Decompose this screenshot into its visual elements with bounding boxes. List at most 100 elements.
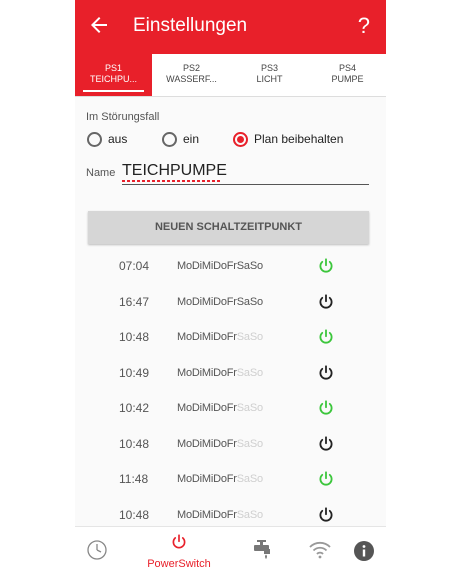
day-label: So [249, 295, 263, 308]
tab-ps4-name: PUMPE [331, 74, 364, 84]
day-label: Fr [226, 508, 237, 521]
schedule-row[interactable]: 10:48 MoDiMiDoFrSaSo [75, 504, 386, 528]
day-label: Do [213, 260, 227, 272]
day-label: Mo [177, 402, 192, 414]
day-label: Di [191, 437, 202, 450]
back-arrow-icon[interactable] [87, 13, 111, 37]
tab-bar: PS1 TEICHPU... PS2 WASSERF... PS3 LICHT … [75, 54, 386, 97]
day-label: Sa [236, 260, 250, 272]
power-icon[interactable] [317, 364, 335, 382]
new-schedule-button[interactable]: NEUEN SCHALTZEITPUNKT [88, 211, 369, 244]
radio-button[interactable] [162, 131, 177, 147]
schedule-row[interactable]: 10:48 MoDiMiDoFrSaSo [75, 433, 386, 457]
day-label: Do [213, 437, 227, 450]
tab-ps4-id: PS4 [338, 63, 356, 73]
schedule-days: MoDiMiDoFrSaSo [177, 473, 263, 485]
nav-clock[interactable] [75, 527, 119, 575]
page-title: Einstellungen [133, 15, 248, 36]
name-input[interactable]: TEICHPUMPE [122, 162, 227, 180]
power-icon[interactable] [317, 328, 335, 346]
schedule-days: MoDiMiDoFrSaSo [177, 331, 263, 343]
day-label: Fr [226, 366, 237, 379]
day-label: Do [213, 402, 227, 414]
power-icon[interactable] [317, 506, 335, 524]
day-label: Mo [177, 473, 192, 485]
day-label: Fr [226, 295, 237, 308]
schedule-time: 07:04 [119, 259, 150, 273]
schedule-row[interactable]: 16:47 MoDiMiDoFrSaSo [75, 291, 386, 315]
tab-ps4[interactable]: PS4 PUMPE [309, 54, 386, 96]
radio-option-plan[interactable]: Plan beibehalten [233, 129, 343, 149]
power-icon[interactable] [317, 470, 335, 488]
nav-water[interactable] [245, 527, 285, 575]
tab-ps3-id: PS3 [260, 63, 278, 73]
schedule-row[interactable]: 10:42 MoDiMiDoFrSaSo [75, 397, 386, 421]
power-icon[interactable] [317, 257, 335, 275]
schedule-row[interactable]: 10:48 MoDiMiDoFrSaSo [75, 326, 386, 350]
radio-button[interactable] [87, 131, 102, 147]
day-label: Mo [177, 437, 192, 450]
day-label: Fr [226, 331, 237, 343]
power-icon[interactable] [317, 399, 335, 417]
schedule-days: MoDiMiDoFrSaSo [177, 260, 263, 272]
power-icon [172, 534, 186, 549]
day-label: Mo [177, 366, 192, 379]
day-label: Mi [201, 331, 214, 343]
radio-label-plan: Plan beibehalten [254, 132, 344, 146]
day-label: Mo [177, 260, 192, 272]
help-icon[interactable]: ? [358, 13, 370, 39]
day-label: Sa [236, 295, 250, 308]
schedule-time: 10:48 [119, 330, 150, 344]
radio-option-aus[interactable]: aus [87, 129, 127, 149]
info-icon [354, 541, 374, 561]
day-label: Sa [236, 508, 250, 521]
nav-powerswitch[interactable]: PowerSwitch [135, 527, 223, 575]
day-label: Mo [177, 295, 192, 308]
day-label: Mi [201, 473, 214, 485]
schedule-row[interactable]: 07:04 MoDiMiDoFrSaSo [75, 255, 386, 279]
day-label: Sa [236, 331, 250, 343]
power-icon[interactable] [317, 435, 335, 453]
day-label: Mo [177, 508, 192, 521]
day-label: Do [213, 366, 227, 379]
schedule-row[interactable]: 10:49 MoDiMiDoFrSaSo [75, 362, 386, 386]
tab-ps2[interactable]: PS2 WASSERF... [153, 54, 230, 96]
schedule-days: MoDiMiDoFrSaSo [177, 367, 263, 379]
tab-ps1[interactable]: PS1 TEICHPU... [75, 54, 152, 96]
schedule-time: 10:42 [119, 401, 150, 415]
radio-label-aus: aus [108, 132, 128, 146]
day-label: So [249, 437, 263, 450]
day-label: Sa [236, 366, 250, 379]
radio-label-ein: ein [183, 132, 200, 146]
day-label: So [249, 366, 263, 379]
tab-ps2-id: PS2 [182, 63, 200, 73]
day-label: Mi [201, 366, 214, 379]
power-icon[interactable] [317, 293, 335, 311]
nav-wifi[interactable] [300, 527, 340, 575]
day-label: Mi [201, 508, 214, 521]
day-label: Do [213, 473, 227, 485]
day-label: Di [191, 295, 202, 308]
day-label: Fr [226, 402, 237, 414]
nav-powerswitch-label: PowerSwitch [147, 558, 211, 570]
day-label: Sa [236, 402, 250, 414]
radio-option-ein[interactable]: ein [162, 129, 199, 149]
bottom-nav: PowerSwitch [75, 526, 386, 575]
radio-button-checked[interactable] [233, 131, 248, 147]
spellcheck-underline [122, 180, 220, 182]
schedule-time: 10:48 [119, 507, 150, 522]
day-label: Mo [177, 331, 192, 343]
schedule-days: MoDiMiDoFrSaSo [177, 509, 263, 521]
schedule-time: 16:47 [119, 294, 150, 309]
schedule-time: 10:49 [119, 365, 150, 380]
schedule-row[interactable]: 11:48 MoDiMiDoFrSaSo [75, 468, 386, 492]
day-label: Mi [201, 295, 214, 308]
day-label: Sa [236, 437, 250, 450]
day-label: Di [191, 366, 202, 379]
day-label: Fr [226, 473, 237, 485]
tab-ps2-name: WASSERF... [166, 74, 217, 84]
nav-info[interactable] [345, 527, 385, 575]
name-input-underline [122, 184, 369, 185]
tab-ps3[interactable]: PS3 LICHT [231, 54, 308, 96]
app-bar: Einstellungen ? [75, 0, 386, 54]
